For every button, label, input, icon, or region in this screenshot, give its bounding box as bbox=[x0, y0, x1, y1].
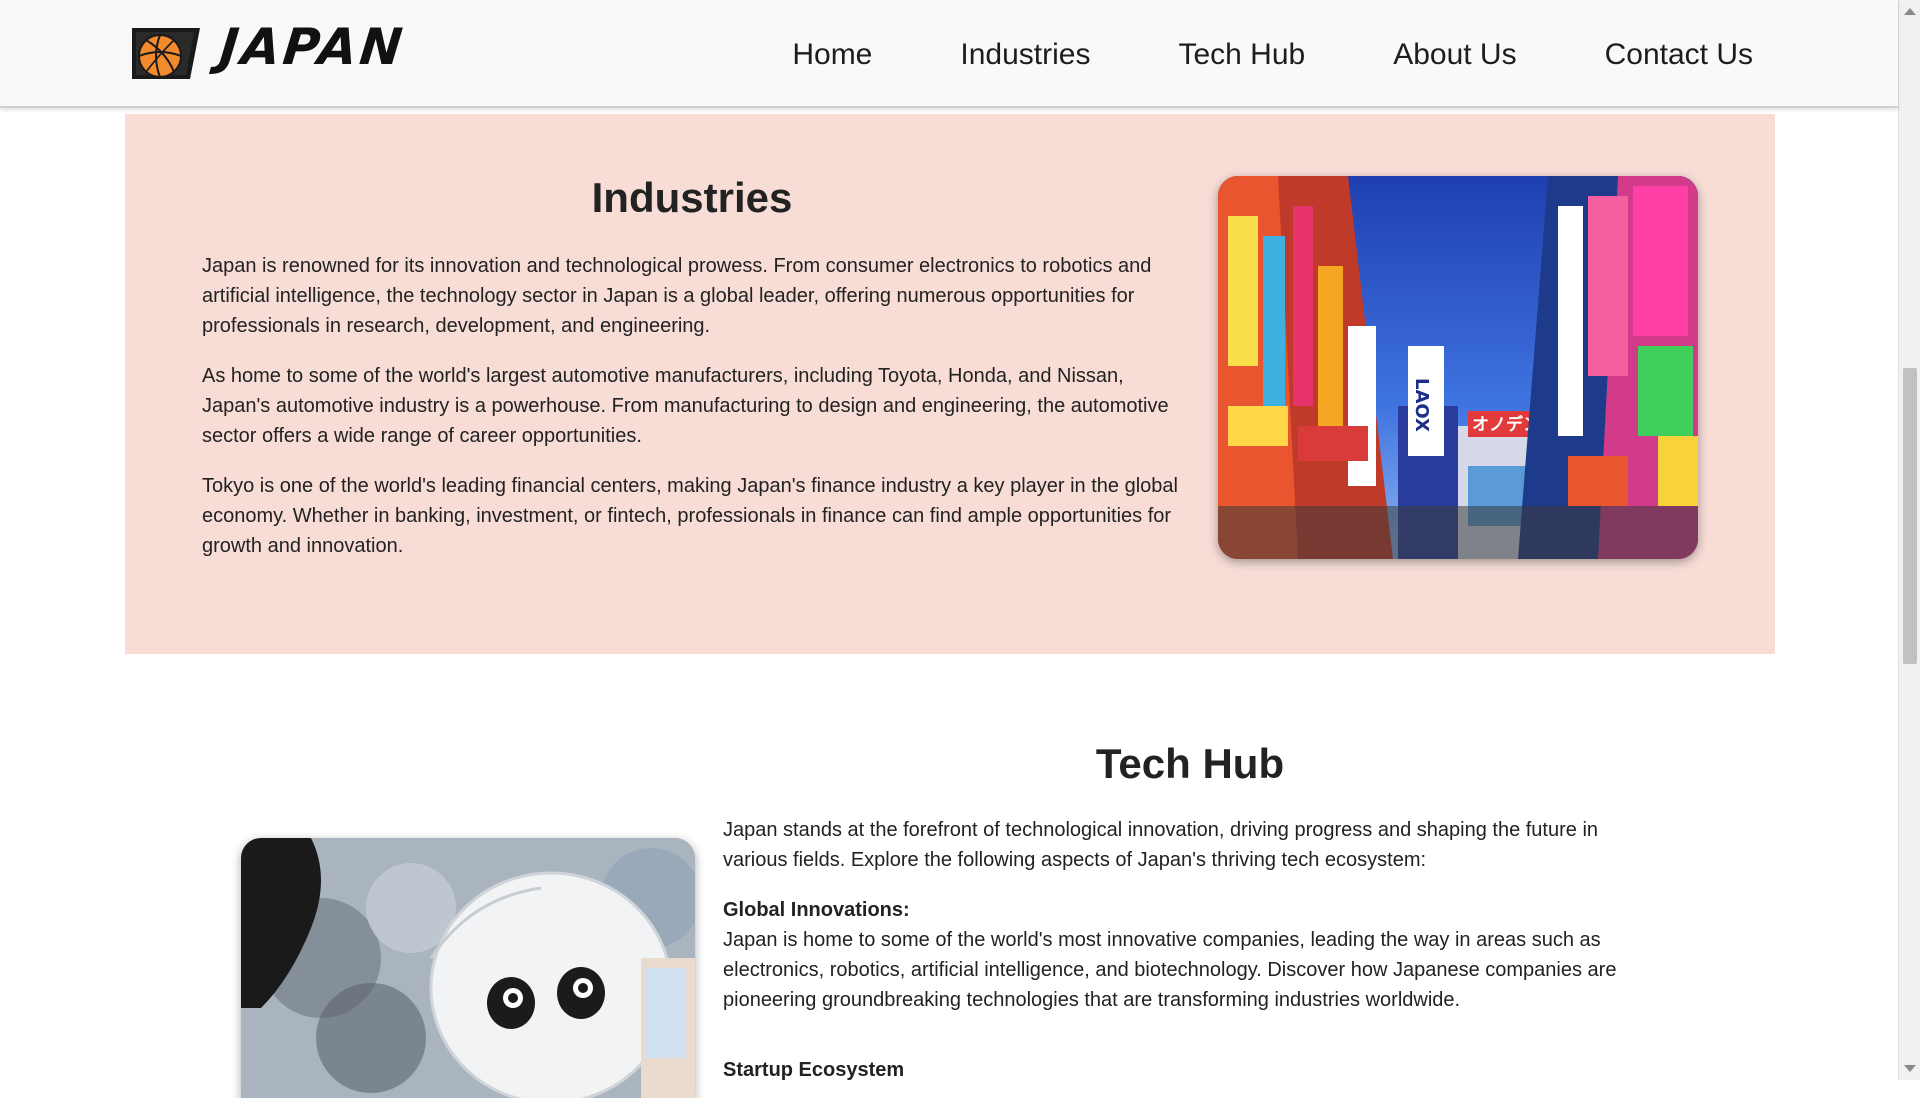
nav-menu: Home Industries Tech Hub About Us Contac… bbox=[704, 32, 1753, 78]
navbar: JAPAN Home Industries Tech Hub About Us … bbox=[0, 0, 1898, 108]
techhub-intro: Japan stands at the forefront of technol… bbox=[723, 819, 1599, 871]
global-innovations-heading: Global Innovations: bbox=[723, 899, 910, 921]
industries-paragraph-technology: Japan is renowned for its innovation and… bbox=[202, 255, 1152, 337]
scroll-up-arrow-icon[interactable] bbox=[1904, 8, 1916, 15]
techhub-title: Tech Hub bbox=[1095, 740, 1285, 787]
techhub-text: Japan stands at the forefront of technol… bbox=[723, 815, 1643, 1085]
nav-link-tech-hub[interactable]: Tech Hub bbox=[1178, 32, 1305, 78]
basketball-logo-icon[interactable] bbox=[130, 26, 202, 81]
akihabara-street-image: LAOX オノデン bbox=[1218, 176, 1698, 559]
industries-section: Industries Japan is renowned for its inn… bbox=[125, 114, 1775, 654]
industries-text: Japan is renowned for its innovation and… bbox=[202, 251, 1187, 581]
startup-ecosystem-heading: Startup Ecosystem bbox=[723, 1059, 905, 1081]
vertical-scrollbar[interactable] bbox=[1898, 0, 1920, 1080]
nav-link-home[interactable]: Home bbox=[792, 32, 872, 78]
industries-title: Industries bbox=[591, 174, 793, 221]
brand-name[interactable]: JAPAN bbox=[217, 18, 408, 76]
robot-image bbox=[241, 838, 695, 1098]
nav-link-industries[interactable]: Industries bbox=[960, 32, 1090, 78]
global-innovations-text: Japan is home to some of the world's mos… bbox=[723, 929, 1617, 1011]
nav-link-about-us[interactable]: About Us bbox=[1393, 32, 1516, 78]
laox-sign: LAOX bbox=[1411, 378, 1432, 432]
nav-link-contact-us[interactable]: Contact Us bbox=[1605, 32, 1753, 78]
scrollbar-thumb[interactable] bbox=[1903, 368, 1917, 664]
scroll-down-arrow-icon[interactable] bbox=[1904, 1065, 1916, 1072]
industries-paragraph-finance: Tokyo is one of the world's leading fina… bbox=[202, 475, 1178, 557]
industries-paragraph-automotive: As home to some of the world's largest a… bbox=[202, 365, 1169, 447]
